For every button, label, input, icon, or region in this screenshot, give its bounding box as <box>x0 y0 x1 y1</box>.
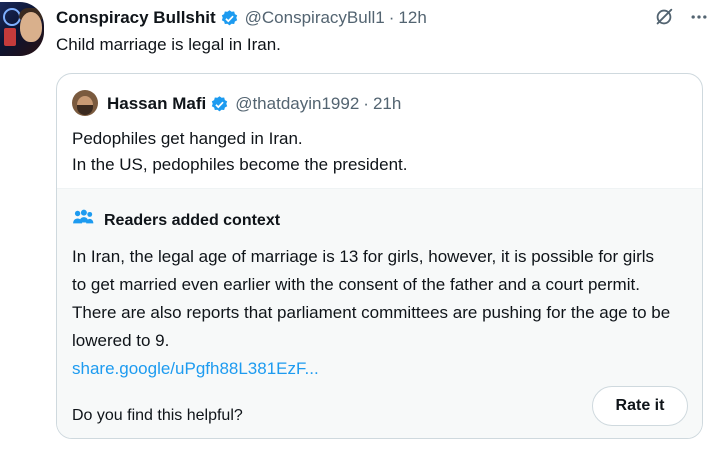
context-title: Readers added context <box>72 209 280 232</box>
quoted-text-line-1: Pedophiles get hanged in Iran. <box>72 129 303 148</box>
quoted-tweet-card[interactable]: Hassan Mafi @thatdayin1992 · 21h Pedophi… <box>56 73 703 439</box>
author-name[interactable]: Conspiracy Bullshit <box>56 8 216 28</box>
context-body: In Iran, the legal age of marriage is 13… <box>72 243 672 383</box>
quoted-tweet-header: Hassan Mafi @thatdayin1992 · 21h <box>107 92 401 116</box>
context-source-link[interactable]: share.google/uPgfh88L381EzF... <box>72 355 672 383</box>
tweet-header: Conspiracy Bullshit @ConspiracyBull1 · 1… <box>56 6 427 30</box>
quoted-text-line-2: In the US, pedophiles become the preside… <box>72 155 408 174</box>
helpful-question: Do you find this helpful? <box>72 407 243 424</box>
author-handle[interactable]: @ConspiracyBull1 <box>245 8 385 28</box>
tweet-actions <box>653 6 709 28</box>
context-body-text: In Iran, the legal age of marriage is 13… <box>72 247 671 350</box>
separator-dot: · <box>388 8 395 27</box>
verified-badge-icon[interactable] <box>210 95 229 114</box>
verified-badge-icon[interactable] <box>220 9 239 28</box>
rate-it-button[interactable]: Rate it <box>592 386 688 426</box>
quoted-author-name[interactable]: Hassan Mafi <box>107 94 206 114</box>
quoted-author-avatar[interactable] <box>72 90 98 116</box>
tweet-text: Child marriage is legal in Iran. <box>56 35 281 54</box>
separator-dot: · <box>363 94 369 113</box>
readers-added-context: Readers added context In Iran, the legal… <box>57 188 702 438</box>
people-icon <box>72 209 104 232</box>
quoted-author-handle[interactable]: @thatdayin1992 <box>235 94 359 114</box>
author-avatar[interactable] <box>0 2 44 56</box>
quoted-tweet-text: Pedophiles get hanged in Iran. In the US… <box>72 126 408 178</box>
more-icon[interactable] <box>689 7 709 27</box>
grok-icon[interactable] <box>653 6 675 28</box>
tweet-timestamp[interactable]: 12h <box>398 8 426 28</box>
quoted-timestamp[interactable]: 21h <box>373 94 401 114</box>
context-title-text: Readers added context <box>104 211 281 229</box>
